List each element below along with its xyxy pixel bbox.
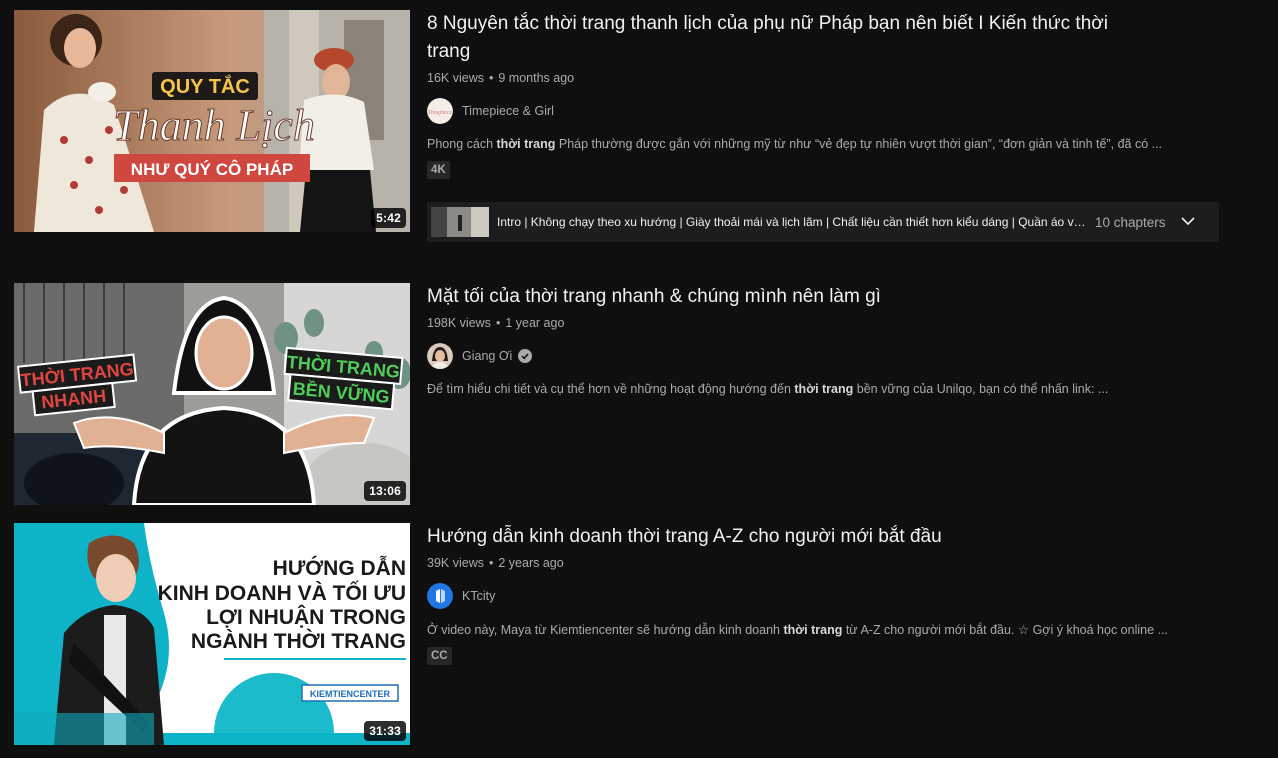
video-thumbnail[interactable]: HƯỚNG DẪN KINH DOANH VÀ TỐI ƯU LỢI NHUẬN…: [14, 523, 410, 745]
video-thumbnail[interactable]: QUY TẮC Thanh Lịch NHƯ QUÝ CÔ PHÁP 5:42: [14, 10, 410, 232]
meta-separator: •: [488, 71, 494, 85]
channel-avatar[interactable]: [427, 343, 453, 369]
video-info: Hướng dẫn kinh doanh thời trang A-Z cho …: [427, 523, 1224, 745]
view-count: 198K views: [427, 316, 491, 330]
video-info: Mặt tối của thời trang nhanh & chúng mìn…: [427, 283, 1224, 505]
video-result[interactable]: HƯỚNG DẪN KINH DOANH VÀ TỐI ƯU LỢI NHUẬN…: [14, 523, 1224, 745]
chevron-down-icon[interactable]: [1180, 213, 1196, 231]
chapter-titles: Intro | Không chạy theo xu hướng | Giày …: [497, 215, 1087, 229]
channel-avatar[interactable]: [427, 583, 453, 609]
video-description: Phong cách thời trang Pháp thường được g…: [427, 137, 1163, 151]
check-circle-icon: [518, 349, 533, 363]
meta-separator: •: [495, 316, 501, 330]
video-metadata: 39K views • 2 years ago: [427, 556, 1224, 570]
thumb-text-rules: QUY TẮC: [160, 74, 250, 98]
chapter-count: 10 chapters: [1095, 214, 1166, 230]
video-duration: 5:42: [371, 208, 406, 228]
cc-badge: CC: [427, 647, 452, 665]
view-count: 16K views: [427, 71, 484, 85]
video-duration: 13:06: [364, 481, 406, 501]
video-title[interactable]: Mặt tối của thời trang nhanh & chúng mìn…: [427, 283, 1137, 311]
channel-name[interactable]: Timepiece & Girl: [462, 104, 554, 118]
thumb-logo: KIEMTIENCENTER: [310, 689, 391, 699]
thumbnail-image: THỜI TRANG NHANH THỜI TRANG BỀN VỮNG: [14, 283, 410, 505]
thumb-text-french: NHƯ QUÝ CÔ PHÁP: [131, 160, 293, 179]
channel-avatar[interactable]: Timepiece: [427, 98, 453, 124]
video-metadata: 198K views • 1 year ago: [427, 316, 1224, 330]
video-title[interactable]: Hướng dẫn kinh doanh thời trang A-Z cho …: [427, 523, 1137, 551]
thumb-text-industry: NGÀNH THỜI TRANG: [191, 629, 406, 653]
thumbnail-image: QUY TẮC Thanh Lịch NHƯ QUÝ CÔ PHÁP: [14, 10, 410, 232]
video-info: 8 Nguyên tắc thời trang thanh lịch của p…: [427, 10, 1224, 242]
video-result[interactable]: THỜI TRANG NHANH THỜI TRANG BỀN VỮNG 13:…: [14, 283, 1224, 505]
upload-age: 1 year ago: [505, 316, 565, 330]
channel-name[interactable]: Giang Ơi: [462, 349, 512, 363]
video-duration: 31:33: [364, 721, 406, 741]
upload-age: 2 years ago: [498, 556, 564, 570]
video-title[interactable]: 8 Nguyên tắc thời trang thanh lịch của p…: [427, 10, 1137, 66]
thumbnail-image: HƯỚNG DẪN KINH DOANH VÀ TỐI ƯU LỢI NHUẬN…: [14, 523, 410, 745]
thumb-text-elegant: Thanh Lịch: [113, 101, 315, 150]
upload-age: 9 months ago: [498, 71, 575, 85]
thumb-text-guide: HƯỚNG DẪN: [273, 556, 406, 580]
channel-link[interactable]: Giang Ơi: [427, 343, 1224, 369]
thumb-text-business: KINH DOANH VÀ TỐI ƯU: [158, 581, 406, 605]
chapters-row[interactable]: Intro | Không chạy theo xu hướng | Giày …: [427, 202, 1219, 242]
video-description: Để tìm hiểu chi tiết và cụ thể hơn về nh…: [427, 382, 1109, 396]
video-metadata: 16K views • 9 months ago: [427, 71, 1224, 85]
channel-link[interactable]: KTcity: [427, 583, 1224, 609]
video-thumbnail[interactable]: THỜI TRANG NHANH THỜI TRANG BỀN VỮNG 13:…: [14, 283, 410, 505]
chapter-thumbnail: [431, 207, 489, 237]
meta-separator: •: [488, 556, 494, 570]
video-description: Ở video này, Maya từ Kiemtiencenter sẽ h…: [427, 623, 1168, 637]
svg-text:Timepiece: Timepiece: [428, 110, 453, 116]
channel-name[interactable]: KTcity: [462, 589, 495, 603]
channel-link[interactable]: Timepiece Timepiece & Girl: [427, 98, 1224, 124]
thumb-text-profit: LỢI NHUẬN TRONG: [206, 605, 406, 629]
video-result[interactable]: QUY TẮC Thanh Lịch NHƯ QUÝ CÔ PHÁP 5:42 …: [14, 10, 1224, 242]
view-count: 39K views: [427, 556, 484, 570]
quality-badge: 4K: [427, 161, 450, 179]
